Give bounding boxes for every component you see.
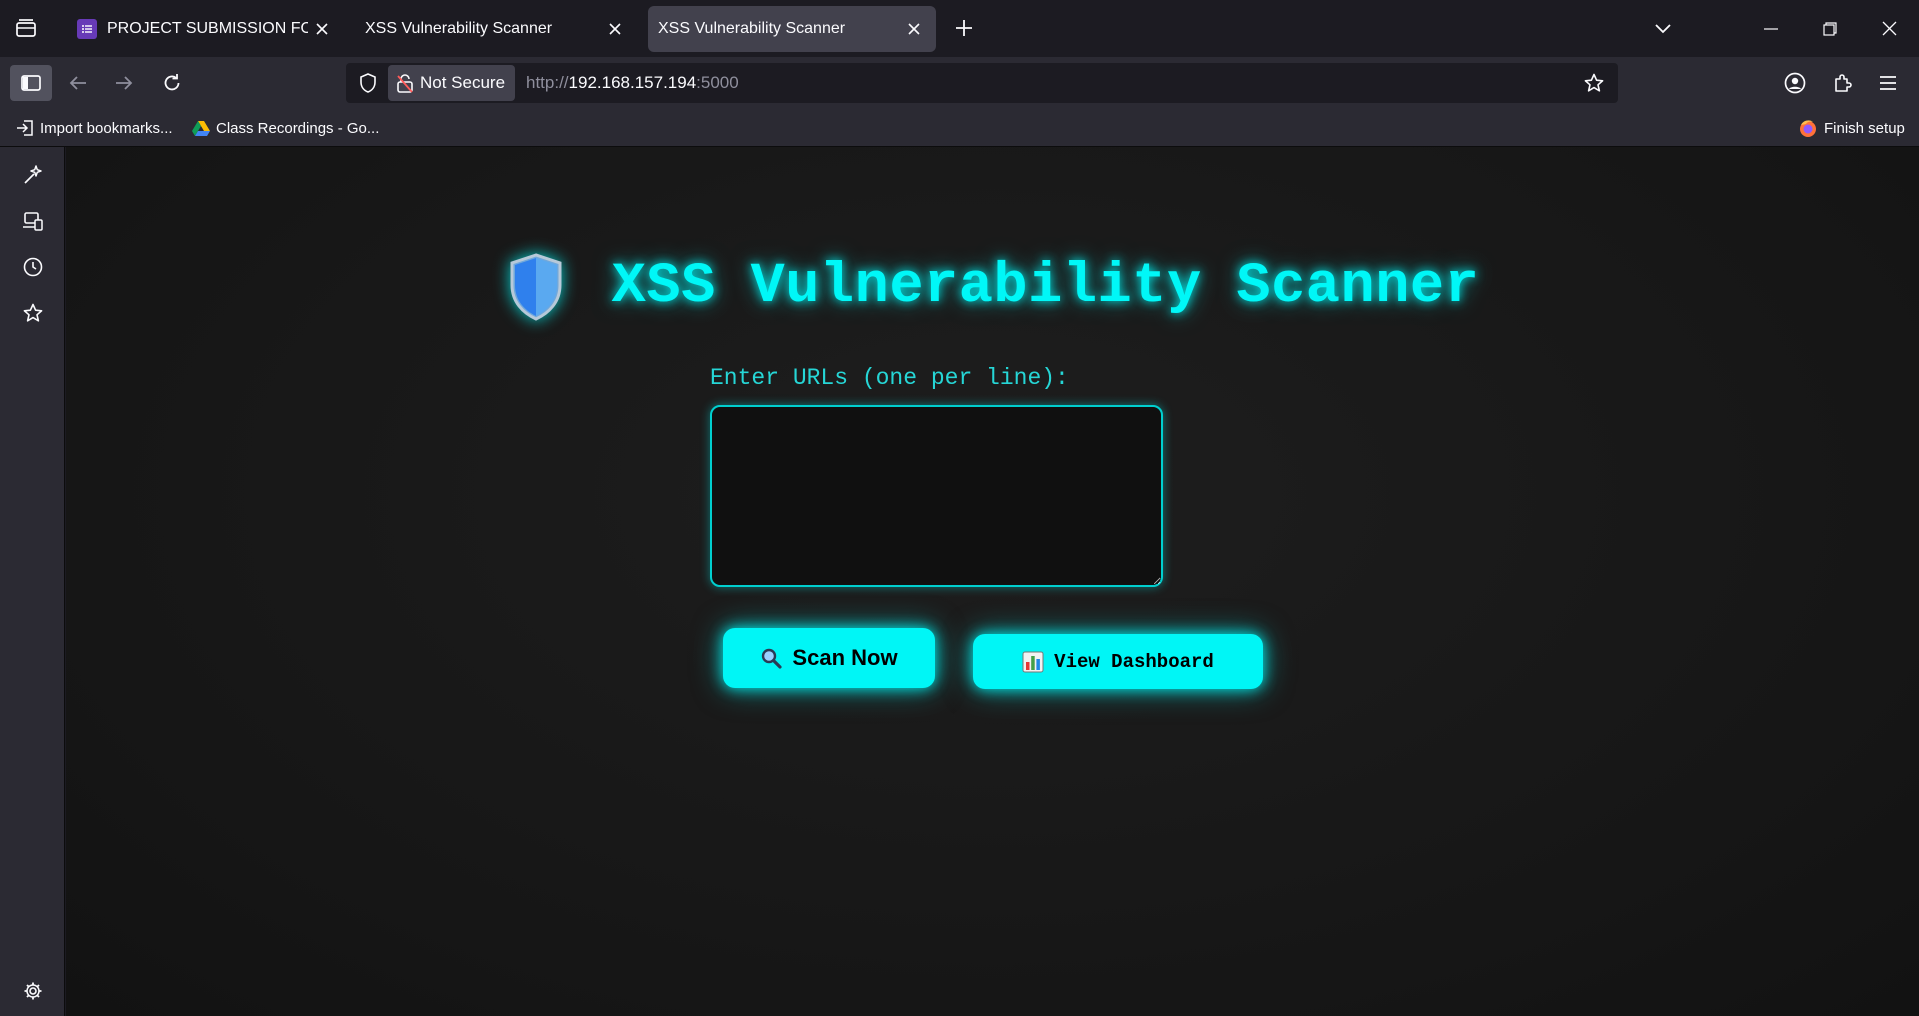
list-all-tabs-button[interactable]: [1634, 0, 1692, 57]
bookmark-label: Finish setup: [1824, 119, 1905, 137]
tab-manager-icon: [16, 19, 36, 37]
bar-chart-icon: [1022, 651, 1044, 673]
customize-sidebar-button[interactable]: [14, 972, 52, 1010]
bookmarks-toolbar: Import bookmarks... Class Recordings - G…: [0, 110, 1919, 147]
forward-button[interactable]: [104, 65, 144, 101]
restore-icon: [1823, 21, 1837, 36]
history-button[interactable]: [14, 248, 52, 286]
reload-button[interactable]: [152, 65, 192, 101]
forms-icon: [77, 19, 97, 39]
extensions-button[interactable]: [1822, 65, 1862, 101]
bookmark-class-recordings[interactable]: Class Recordings - Go...: [192, 116, 379, 140]
page-title: XSS Vulnerability Scanner: [611, 255, 1480, 319]
back-button[interactable]: [58, 65, 98, 101]
google-drive-icon: [192, 121, 210, 136]
close-tab-icon[interactable]: [308, 15, 336, 43]
plus-icon: [956, 20, 972, 36]
firefox-icon: [1800, 120, 1816, 137]
hamburger-menu-icon: [1880, 76, 1896, 90]
urls-input[interactable]: [710, 405, 1163, 587]
browser-sidebar: [0, 147, 65, 1016]
minimize-icon: [1764, 27, 1778, 30]
security-label: Not Secure: [420, 73, 506, 92]
account-icon: [1784, 72, 1806, 94]
url-host: 192.168.157.194: [568, 73, 697, 92]
minimize-button[interactable]: [1742, 0, 1800, 57]
bookmark-label: Import bookmarks...: [40, 119, 173, 137]
broken-lock-icon: [397, 74, 413, 93]
address-bar[interactable]: Not Secure http://192.168.157.194:5000: [346, 63, 1618, 103]
bookmark-label: Class Recordings - Go...: [216, 119, 380, 137]
page-content: XSS Vulnerability Scanner Enter URLs (on…: [66, 147, 1919, 1016]
shield-icon: [360, 73, 376, 93]
close-tab-icon[interactable]: [900, 15, 928, 43]
shield-icon: [510, 253, 562, 321]
scan-now-button[interactable]: Scan Now: [723, 628, 935, 688]
gear-icon: [24, 982, 42, 1000]
sparkle-icon: [24, 165, 42, 184]
puzzle-icon: [1835, 74, 1852, 92]
bookmark-import[interactable]: Import bookmarks...: [16, 116, 173, 140]
navigation-toolbar: Not Secure http://192.168.157.194:5000: [0, 57, 1919, 110]
tab-title: PROJECT SUBMISSION FORM: [107, 20, 308, 37]
arrow-right-icon: [116, 76, 133, 90]
tab-title: XSS Vulnerability Scanner: [365, 20, 553, 37]
import-icon: [17, 120, 33, 136]
clock-icon: [23, 257, 43, 277]
close-tab-icon[interactable]: [601, 15, 629, 43]
synced-tabs-button[interactable]: [14, 202, 52, 240]
star-icon: [1584, 73, 1604, 92]
account-button[interactable]: [1775, 65, 1815, 101]
url-scheme: http://: [526, 73, 569, 92]
ai-chatbot-button[interactable]: [14, 156, 52, 194]
page-header: XSS Vulnerability Scanner: [66, 252, 1919, 322]
star-icon: [23, 303, 43, 322]
bookmark-page-button[interactable]: [1578, 67, 1610, 99]
tab-project-submission-form[interactable]: PROJECT SUBMISSION FORM: [62, 6, 344, 52]
tab-strip: PROJECT SUBMISSION FORM XSS Vulnerabilit…: [0, 0, 1919, 57]
arrow-left-icon: [69, 76, 86, 90]
close-window-button[interactable]: [1860, 0, 1918, 57]
site-security-button[interactable]: Not Secure: [388, 65, 516, 101]
urls-label: Enter URLs (one per line):: [710, 365, 1069, 391]
bookmark-finish-setup[interactable]: Finish setup: [1798, 116, 1905, 140]
view-dashboard-label: View Dashboard: [1054, 650, 1214, 673]
tab-manager-button[interactable]: [8, 10, 44, 46]
view-dashboard-button[interactable]: View Dashboard: [973, 634, 1263, 689]
new-tab-button[interactable]: [948, 12, 980, 44]
restore-button[interactable]: [1801, 0, 1859, 57]
tab-title: XSS Vulnerability Scanner: [658, 20, 846, 37]
tab-xss-scanner-active[interactable]: XSS Vulnerability Scanner: [648, 6, 936, 52]
chevron-down-icon: [1655, 23, 1671, 33]
sidebar-icon: [21, 75, 41, 91]
url-port: :5000: [696, 73, 739, 92]
sidebar-toggle-button[interactable]: [10, 65, 52, 101]
close-icon: [1882, 21, 1896, 36]
bookmarks-button[interactable]: [14, 294, 52, 332]
app-menu-button[interactable]: [1868, 65, 1908, 101]
tab-xss-scanner-1[interactable]: XSS Vulnerability Scanner: [347, 6, 637, 52]
url-text[interactable]: http://192.168.157.194:5000: [526, 63, 739, 103]
tracking-protection-button[interactable]: [354, 69, 382, 97]
reload-icon: [164, 74, 180, 91]
synced-tabs-icon: [23, 212, 43, 231]
magnifying-glass-icon: [760, 647, 783, 669]
scan-now-label: Scan Now: [792, 645, 898, 670]
